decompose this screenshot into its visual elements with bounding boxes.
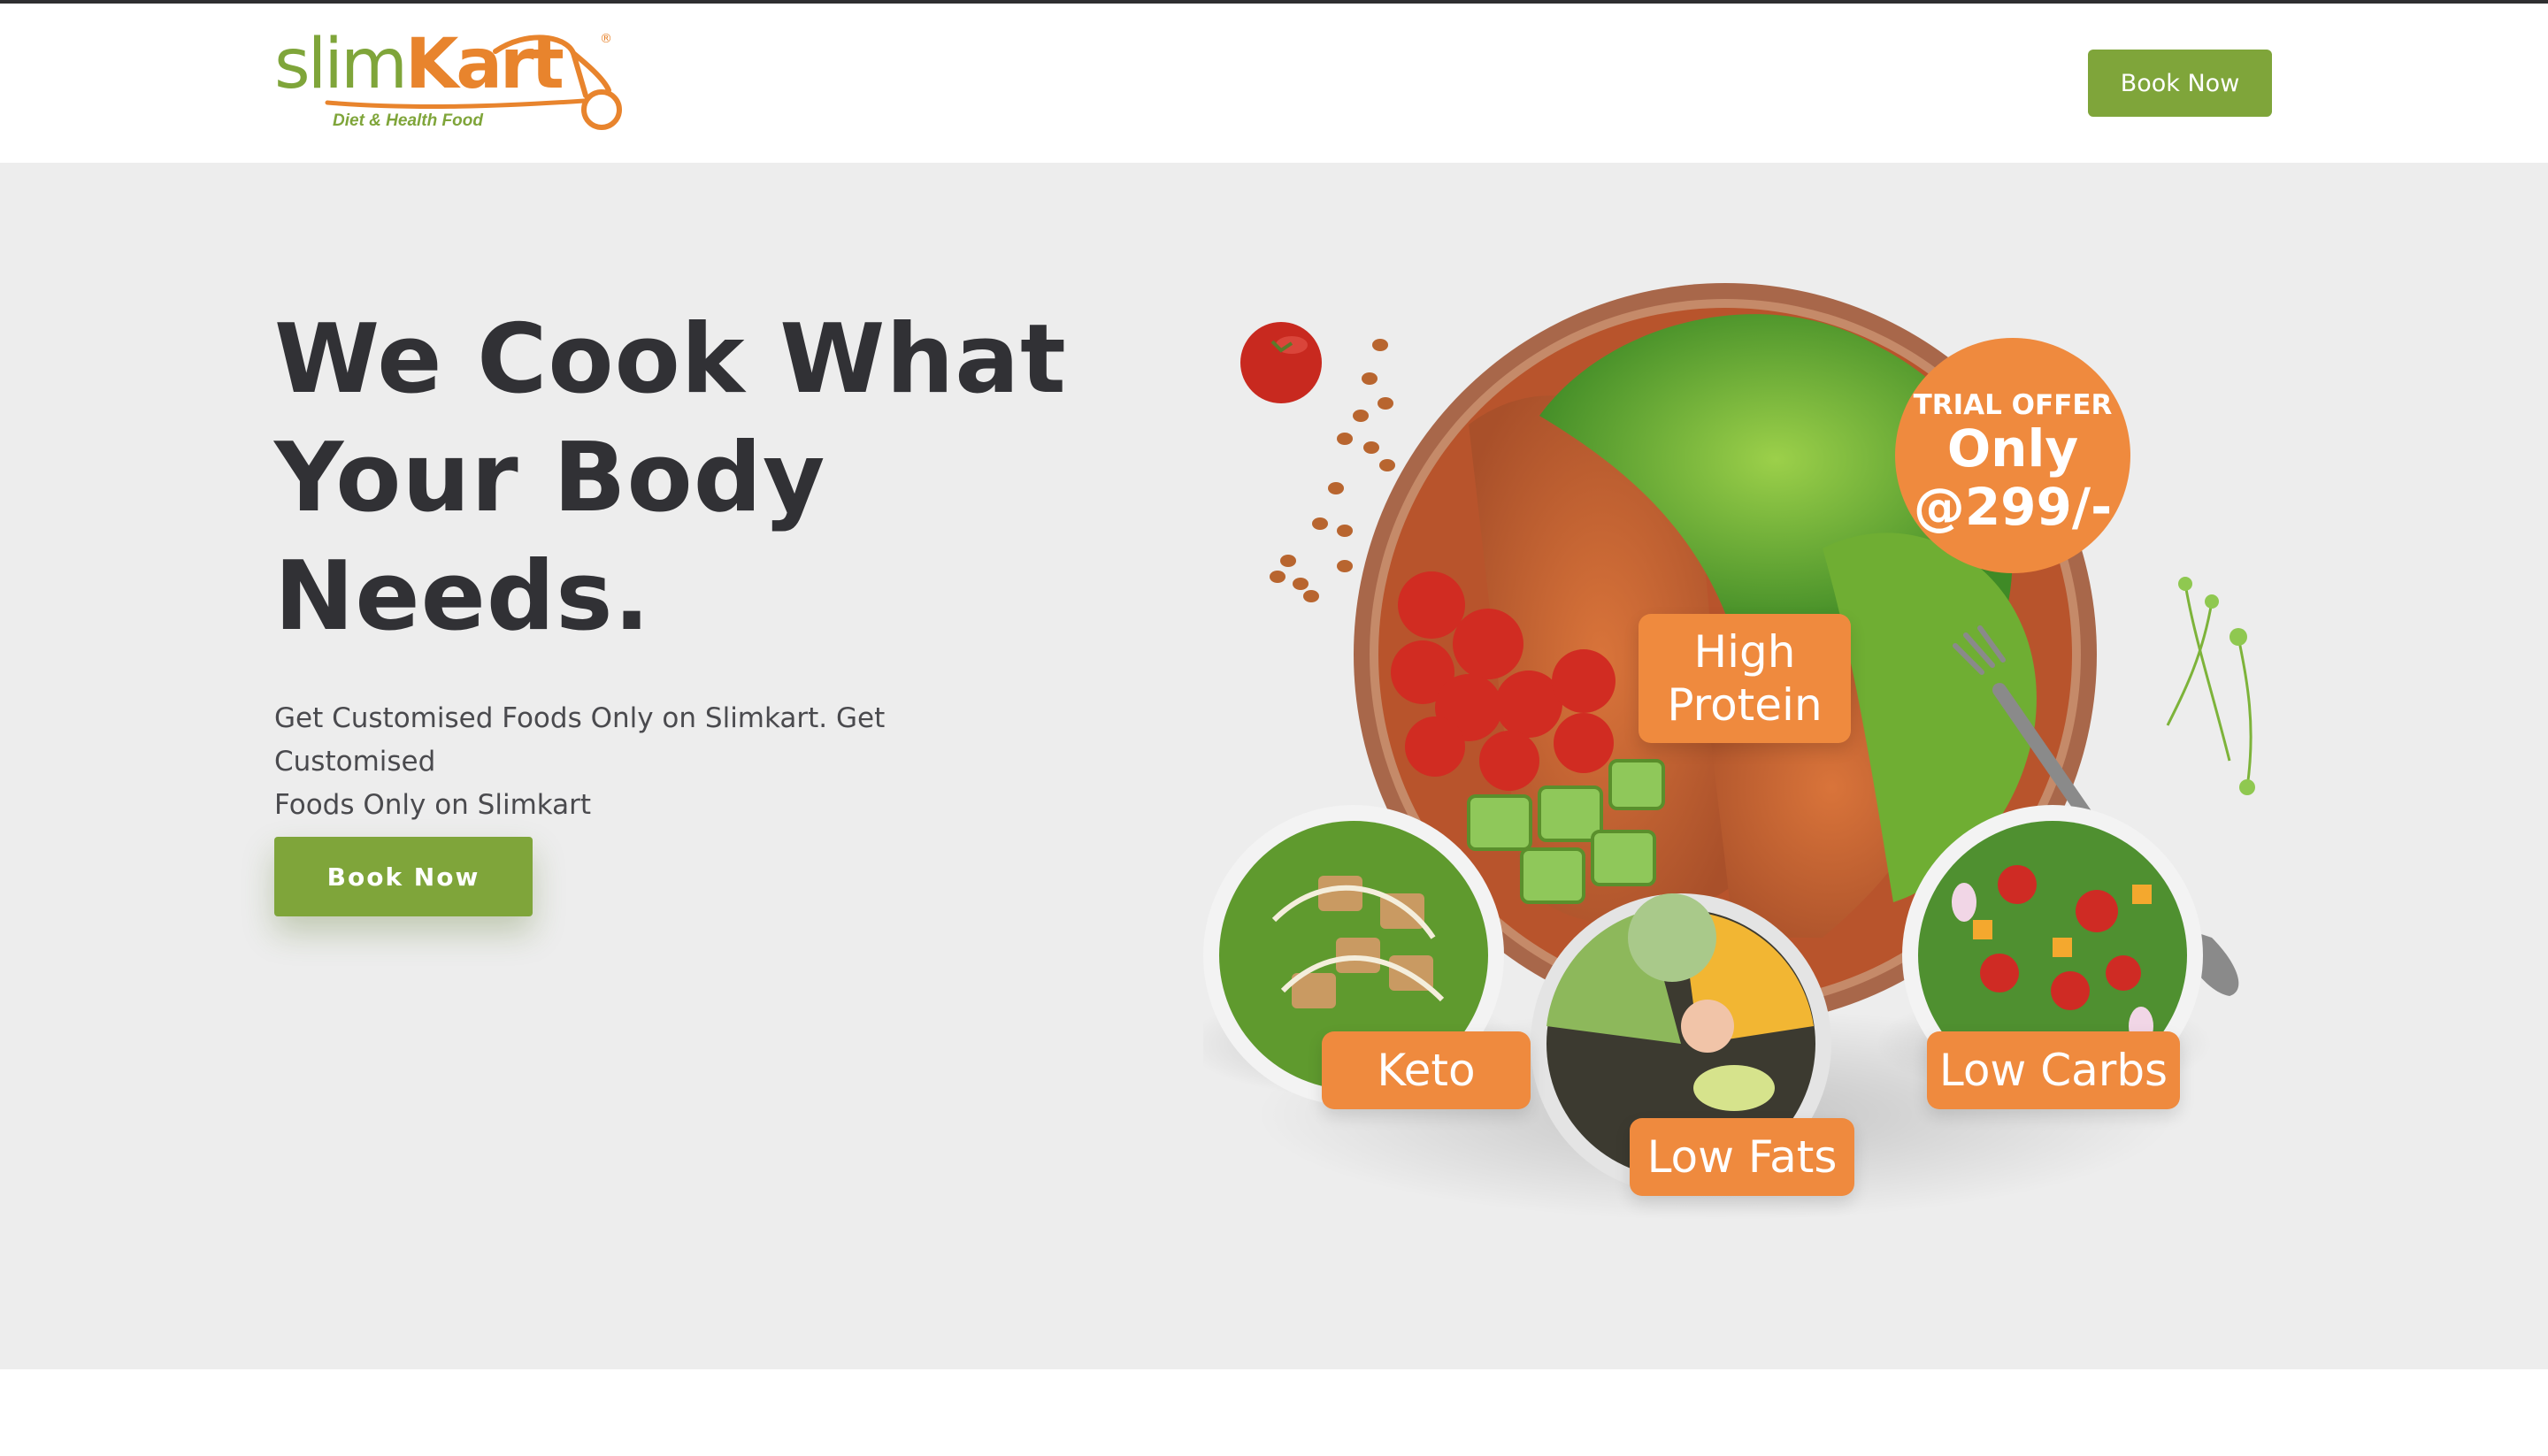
logo-kart-text: Kart: [404, 25, 564, 104]
headline-line-1: We Cook What: [274, 304, 1067, 415]
tag-high-protein: High Protein: [1639, 614, 1851, 743]
tag-high-protein-line-2: Protein: [1667, 679, 1823, 731]
offer-only: Only: [1946, 418, 2079, 479]
tag-keto: Keto: [1322, 1031, 1531, 1109]
header-book-now-button[interactable]: Book Now: [2088, 50, 2272, 117]
logo-tagline: Diet & Health Food: [333, 111, 483, 130]
offer-price: @299/-: [1913, 477, 2113, 537]
subtext-line-1: Get Customised Foods Only on Slimkart. G…: [274, 702, 886, 778]
hero-book-now-button[interactable]: Book Now: [274, 837, 533, 916]
logo-wordmark: slimKart: [274, 30, 564, 99]
headline-line-3: Needs.: [274, 541, 651, 652]
hero-subtext: Get Customised Foods Only on Slimkart. G…: [274, 697, 1053, 827]
slimkart-logo[interactable]: slimKart ® Diet & Health Food: [274, 27, 637, 142]
hero-headline: We Cook What Your Body Needs.: [274, 301, 1071, 656]
tag-low-fats: Low Fats: [1630, 1118, 1854, 1196]
site-header: slimKart ® Diet & Health Food Book Now: [0, 4, 2548, 163]
subtext-line-2: Foods Only on Slimkart: [274, 789, 592, 821]
headline-line-2: Your Body: [274, 423, 826, 533]
tag-low-carbs: Low Carbs: [1927, 1031, 2180, 1109]
logo-slim-text: slim: [274, 25, 408, 104]
registered-mark: ®: [600, 32, 612, 46]
trial-offer-badge: TRIAL OFFER Only @299/-: [1895, 338, 2130, 573]
offer-title: TRIAL OFFER: [1913, 389, 2113, 421]
tag-high-protein-line-1: High: [1693, 626, 1796, 678]
